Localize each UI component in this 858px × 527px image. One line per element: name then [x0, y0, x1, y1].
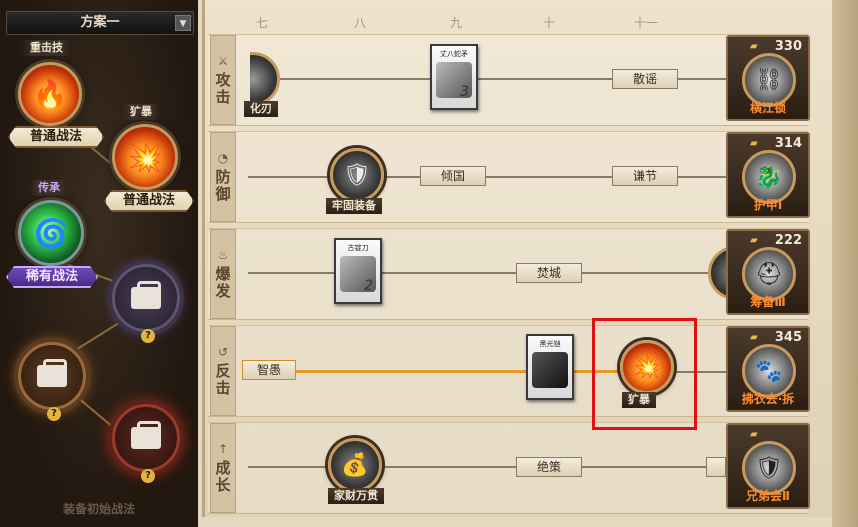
node-label: 化刃 [244, 101, 278, 117]
equipment-card[interactable]: 古锭刀 2 [334, 238, 382, 304]
heavy-attack-tactic-orb[interactable]: 🔥 [18, 62, 82, 126]
plan-select-value: 方案一 [80, 15, 120, 30]
reward-box[interactable]: ▰ 314 🐉 护甲Ⅰ [726, 132, 810, 218]
fierce-tactic-orb[interactable]: 💥 [112, 124, 178, 190]
tag-fierce: 犷暴 [122, 104, 160, 120]
talent-pill[interactable]: 倾国 [420, 166, 486, 186]
row-tab-growth: ↑ 成长 [210, 423, 236, 513]
highlight-selection-box [592, 318, 697, 430]
locked-badge: ? [141, 329, 155, 343]
armor-icon [532, 352, 568, 388]
locked-tactic-slot[interactable]: ? [112, 404, 180, 483]
talent-node-partial[interactable] [250, 52, 280, 106]
talent-pill[interactable]: 绝策 [516, 457, 582, 477]
armor-icon: 🛡 [343, 162, 371, 188]
arrow-up-icon: ↑ [217, 442, 229, 456]
coin-icon: ▰ [750, 41, 758, 52]
reward-box[interactable]: ▰ 330 ⛓ 横江锁 [726, 35, 810, 121]
locked-tactic-slot[interactable]: ? [112, 264, 180, 343]
explosion-icon: 💥 [127, 140, 163, 174]
green-swirl-icon: 🌀 [33, 216, 69, 250]
reward-box[interactable]: ▰ 🛡 兄弟会Ⅱ [726, 423, 810, 509]
talent-pill-partial[interactable] [706, 457, 726, 477]
swords-icon: ⚔ [217, 54, 229, 68]
talent-pill[interactable]: 散谣 [612, 69, 678, 89]
tag-heavy-attack: 重击技 [22, 40, 71, 56]
coin-icon: ▰ [750, 138, 758, 149]
tactic-panel: 方案一 ▼ 重击技 🔥 普通战法 犷暴 💥 普通战法 传承 🌀 稀有战法 ? ?… [0, 0, 198, 527]
talent-node[interactable]: 💰 [328, 438, 382, 492]
column-header: 九 [450, 16, 463, 30]
talent-pill[interactable]: 谦节 [612, 166, 678, 186]
column-header: 十 [543, 16, 556, 30]
inherit-tactic-orb[interactable]: 🌀 [18, 200, 84, 266]
talent-pill[interactable]: 焚城 [516, 263, 582, 283]
slot-icon [131, 421, 161, 449]
talent-node[interactable]: 🛡 [330, 148, 384, 202]
talent-tree-panel: 七 八 九 十 十一 ⚔ 攻击 化刃 丈八蛇矛 3 散谣 ▰ 330 ⛓ 横江锁… [198, 0, 858, 527]
slot-icon [131, 281, 161, 309]
locked-badge: ? [141, 469, 155, 483]
rare-tactic-label: 稀有战法 [6, 266, 98, 288]
column-header: 七 [256, 16, 269, 30]
equip-initial-tactic-caption: 装备初始战法 [62, 502, 135, 516]
column-header: 八 [354, 16, 367, 30]
tag-inherit: 传承 [30, 180, 68, 196]
reward-box[interactable]: ▰ 345 🐾 拂衣去·拆 [726, 326, 810, 412]
node-label: 牢固装备 [326, 198, 382, 214]
normal-tactic-label-1: 普通战法 [8, 126, 104, 148]
coin-icon: ▰ [750, 332, 758, 343]
column-header: 十一 [634, 16, 659, 30]
row-tab-defense: ◔ 防御 [210, 132, 236, 222]
locked-tactic-slot[interactable]: ? [18, 342, 86, 421]
coin-icon: ▰ [750, 235, 758, 246]
row-tab-counter: ↺ 反击 [210, 326, 236, 416]
talent-node-partial[interactable] [708, 246, 726, 300]
fire-warrior-icon: 🔥 [32, 77, 68, 111]
node-label: 家财万贯 [328, 488, 384, 504]
dropdown-arrow-icon[interactable]: ▼ [175, 15, 191, 31]
flame-icon: ♨ [217, 248, 229, 262]
row-tab-burst: ♨ 爆发 [210, 229, 236, 319]
coin-icon: ▰ [750, 429, 758, 440]
row-track [248, 466, 728, 468]
row-tab-attack: ⚔ 攻击 [210, 35, 236, 125]
row-attack [208, 34, 808, 126]
locked-badge: ? [47, 407, 61, 421]
talent-pill[interactable]: 智愚 [242, 360, 296, 380]
shield-icon: ◔ [217, 151, 229, 165]
equipment-card[interactable]: 黑光铠 [526, 334, 574, 400]
normal-tactic-label-2: 普通战法 [104, 190, 194, 212]
scroll-edge [832, 0, 858, 527]
coin-bag-icon: 💰 [341, 452, 369, 478]
counter-icon: ↺ [217, 345, 229, 359]
row-track [248, 272, 728, 274]
plan-select[interactable]: 方案一 ▼ [6, 11, 194, 35]
equipment-card[interactable]: 丈八蛇矛 3 [430, 44, 478, 110]
reward-box[interactable]: ▰ 222 ⛑ 筹备Ⅲ [726, 229, 810, 315]
slot-icon [37, 359, 67, 387]
